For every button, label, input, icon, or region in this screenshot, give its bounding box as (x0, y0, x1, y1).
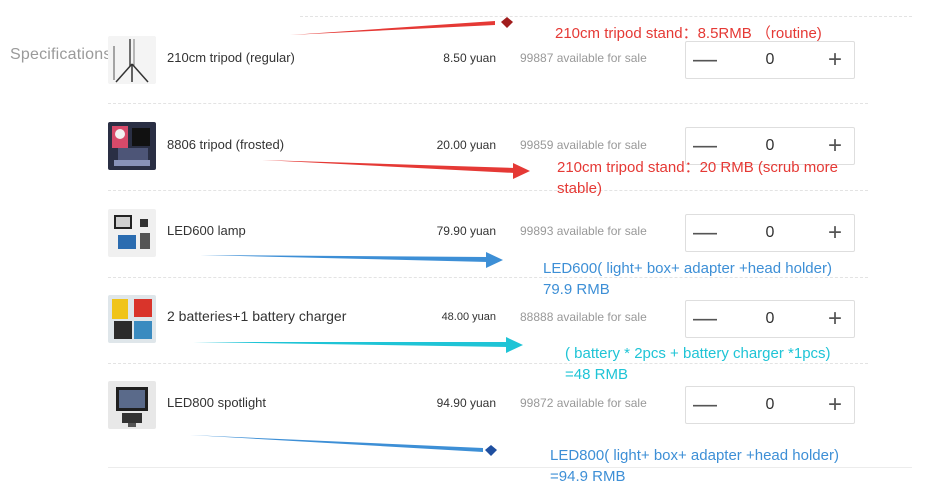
availability-text: 99887 available for sale (520, 51, 647, 65)
annotation-arrow (200, 255, 488, 262)
product-name: 2 batteries+1 battery charger (167, 308, 347, 324)
annotation-arrow (190, 435, 483, 452)
product-name: LED600 lamp (167, 223, 246, 238)
annotation-note: ( battery * 2pcs + battery charger *1pcs… (565, 345, 831, 383)
quantity-value[interactable]: 0 (724, 396, 816, 414)
product-name: 210cm tripod (regular) (167, 50, 295, 65)
decrement-button[interactable]: — (686, 301, 724, 337)
quantity-value[interactable]: 0 (724, 224, 816, 242)
battery-image[interactable] (108, 295, 156, 343)
arrowhead (506, 337, 523, 353)
product-name: LED800 spotlight (167, 395, 267, 410)
arrowhead-diamond (501, 17, 513, 28)
quantity-value[interactable]: 0 (724, 137, 816, 155)
decrement-button[interactable]: — (686, 42, 724, 78)
annotation-arrow (290, 21, 495, 35)
tripod-image[interactable] (108, 36, 156, 84)
quantity-stepper: — 0 + (685, 300, 855, 338)
divider (300, 16, 912, 17)
availability-text: 99872 available for sale (520, 396, 647, 410)
increment-button[interactable]: + (816, 387, 854, 423)
decrement-button[interactable]: — (686, 387, 724, 423)
specifications-label: Specifications (10, 46, 112, 63)
annotation-note: LED600( light+ box+ adapter +head holder… (543, 260, 832, 298)
quantity-stepper: — 0 + (685, 41, 855, 79)
quantity-stepper: — 0 + (685, 386, 855, 424)
annotation-note: 210cm tripod stand：8.5RMB （routine) (555, 25, 822, 42)
spotlight-image[interactable] (108, 381, 156, 429)
increment-button[interactable]: + (816, 42, 854, 78)
quantity-stepper: — 0 + (685, 214, 855, 252)
quantity-value[interactable]: 0 (724, 51, 816, 69)
availability-text: 99893 available for sale (520, 224, 647, 238)
increment-button[interactable]: + (816, 301, 854, 337)
product-price: 8.50 yuan (443, 51, 496, 65)
annotation-note: 210cm tripod stand：20 RMB (scrub more st… (557, 159, 838, 197)
tripod-head-image[interactable] (108, 122, 156, 170)
annotation-arrow (193, 342, 508, 347)
led-lamp-image[interactable] (108, 209, 156, 257)
annotation-note: LED800( light+ box+ adapter +head holder… (550, 447, 839, 485)
product-price: 48.00 yuan (441, 311, 496, 323)
arrowhead (486, 252, 503, 268)
product-name: 8806 tripod (frosted) (167, 137, 285, 152)
availability-text: 88888 available for sale (520, 310, 647, 324)
arrowhead (513, 163, 530, 179)
divider (108, 103, 868, 104)
availability-text: 99859 available for sale (520, 138, 647, 152)
annotation-arrow (262, 160, 515, 173)
quantity-value[interactable]: 0 (724, 310, 816, 328)
product-price: 79.90 yuan (436, 224, 496, 238)
product-price: 20.00 yuan (436, 138, 496, 152)
decrement-button[interactable]: — (686, 215, 724, 251)
increment-button[interactable]: + (816, 215, 854, 251)
product-price: 94.90 yuan (436, 396, 496, 410)
arrowhead-diamond (485, 445, 497, 456)
